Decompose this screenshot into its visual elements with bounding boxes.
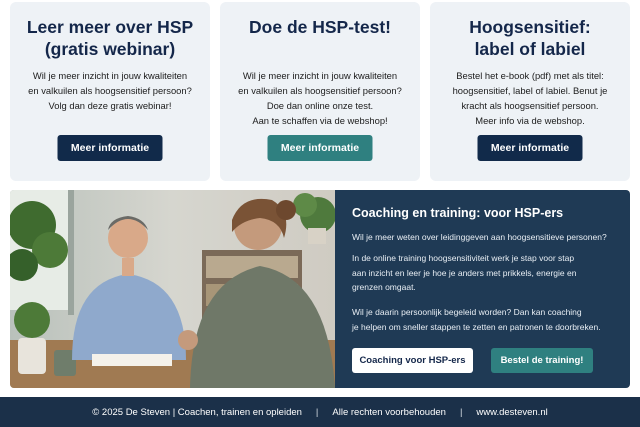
card-webinar-text: Wil je meer inzicht in jouw kwaliteiten … — [16, 68, 204, 113]
card-title-line: (gratis webinar) — [44, 39, 176, 59]
card-text-line: en valkuilen als hoogsensitief persoon? — [238, 85, 402, 96]
coaching-title: Coaching en training: voor HSP-ers — [352, 206, 564, 220]
coaching-session-photo — [10, 190, 335, 388]
card-title-line: Hoogsensitief: — [469, 17, 591, 37]
site-footer: © 2025 De Steven | Coachen, trainen en o… — [0, 397, 640, 427]
hsp-test-more-info-button[interactable]: Meer informatie — [267, 135, 373, 161]
ebook-more-info-button[interactable]: Meer informatie — [477, 135, 583, 161]
order-training-button[interactable]: Bestel de training! — [491, 348, 593, 373]
coaching-text-line: grenzen omgaat. — [352, 282, 416, 292]
footer-separator: | — [459, 406, 463, 418]
card-webinar: Leer meer over HSP (gratis webinar) Wil … — [10, 2, 210, 181]
card-webinar-title: Leer meer over HSP (gratis webinar) — [16, 16, 204, 60]
footer-website-link[interactable]: www.desteven.nl — [476, 407, 547, 418]
card-text-line: kracht als hoogsensitief persoon. — [461, 100, 599, 111]
coaching-panel: Coaching en training: voor HSP-ers Wil j… — [335, 190, 630, 388]
coaching-text-line: je helpen om sneller stappen te zetten e… — [352, 321, 601, 332]
coaching-hsp-button[interactable]: Coaching voor HSP-ers — [352, 348, 473, 373]
card-text-line: hoogsensitief, label of labiel. Benut je — [452, 85, 608, 96]
coaching-text-line: Wil je meer weten over leidinggeven aan … — [352, 232, 607, 242]
card-text-line: en valkuilen als hoogsensitief persoon? — [28, 85, 192, 96]
webinar-more-info-button[interactable]: Meer informatie — [57, 135, 163, 161]
footer-separator: | — [315, 406, 319, 418]
coaching-section: Coaching en training: voor HSP-ers Wil j… — [10, 190, 630, 388]
card-ebook-title: Hoogsensitief: label of labiel — [436, 16, 624, 60]
card-title-line: Doe de HSP-test! — [249, 17, 391, 37]
card-text-line: Volg dan deze gratis webinar! — [48, 100, 172, 111]
coaching-text-line: In de online training hoogsensitiviteit … — [352, 253, 575, 263]
card-title-line: label of labiel — [474, 39, 586, 59]
card-text-line: Doe dan online onze test. — [266, 100, 374, 111]
coaching-paragraph-1: Wil je meer weten over leidinggeven aan … — [352, 230, 622, 245]
card-ebook: Hoogsensitief: label of labiel Bestel he… — [430, 2, 630, 181]
card-text-line: Aan te schaffen via de webshop! — [252, 115, 388, 126]
coaching-paragraph-3: Wil je daarin persoonlijk begeleid worde… — [352, 305, 622, 334]
card-text-line: Wil je meer inzicht in jouw kwaliteiten — [242, 70, 398, 81]
card-text-line: Meer info via de webshop. — [475, 115, 585, 126]
card-ebook-text: Bestel het e-book (pdf) met als titel: h… — [436, 68, 624, 128]
coaching-text-line: aan inzicht en leer je hoe je anders met… — [352, 267, 577, 278]
footer-copyright: © 2025 De Steven | Coachen, trainen en o… — [92, 406, 302, 418]
coaching-text-line: Wil je daarin persoonlijk begeleid worde… — [352, 307, 582, 317]
card-hsp-test-title: Doe de HSP-test! — [226, 16, 414, 38]
card-text-line: Bestel het e-book (pdf) met als titel: — [456, 70, 604, 81]
footer-rights: Alle rechten voorbehouden — [332, 406, 446, 418]
card-hsp-test-text: Wil je meer inzicht in jouw kwaliteiten … — [226, 68, 414, 128]
card-text-line: Wil je meer inzicht in jouw kwaliteiten — [32, 70, 188, 81]
coaching-session-illustration — [10, 190, 335, 388]
info-cards: Leer meer over HSP (gratis webinar) Wil … — [10, 2, 630, 181]
coaching-paragraph-2: In de online training hoogsensitiviteit … — [352, 251, 622, 295]
card-title-line: Leer meer over HSP — [26, 17, 194, 37]
card-hsp-test: Doe de HSP-test! Wil je meer inzicht in … — [220, 2, 420, 181]
